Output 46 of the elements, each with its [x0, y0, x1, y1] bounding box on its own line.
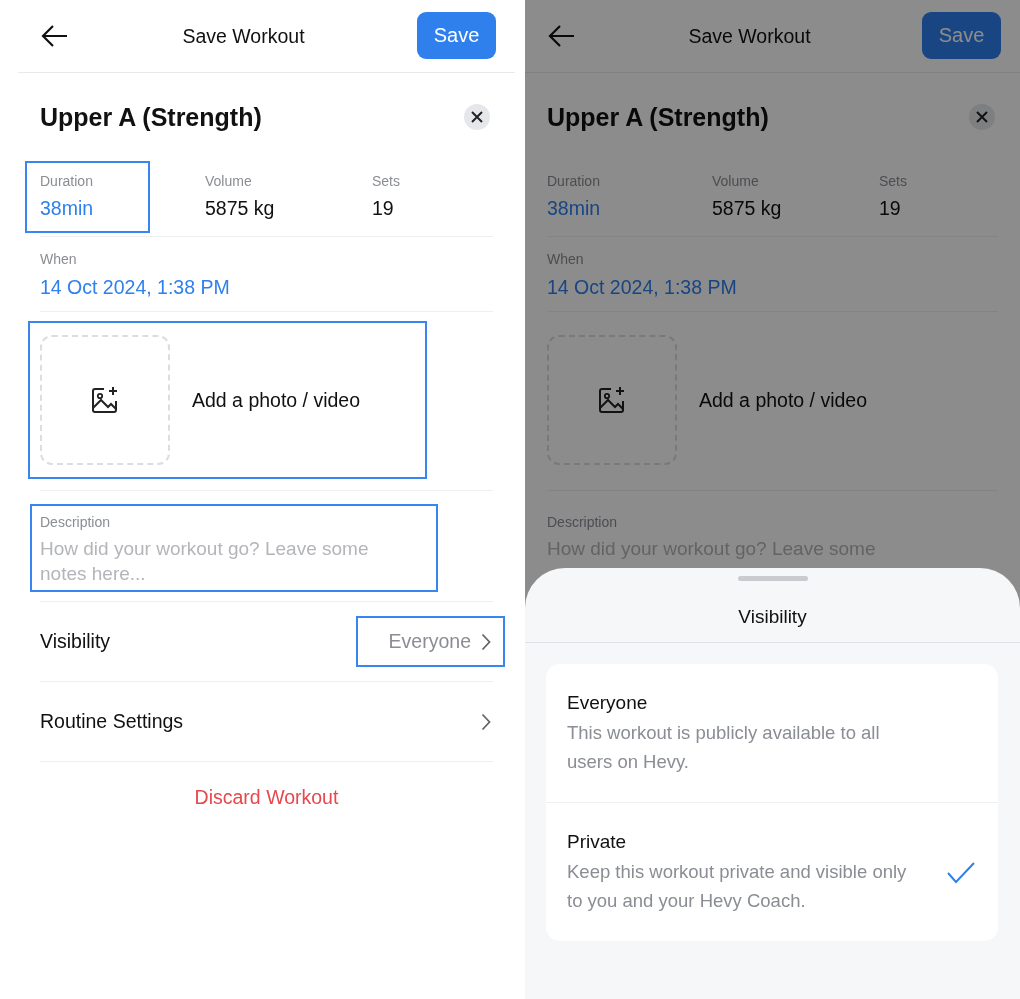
setting-value[interactable]: Everyone [388, 630, 471, 653]
discard-workout-button[interactable]: Discard Workout [194, 786, 339, 809]
setting-label[interactable]: Visibility [40, 630, 111, 653]
field-label: Description [40, 514, 112, 530]
screen-title: Save Workout [181, 24, 306, 48]
description-field[interactable]: How did your workout go? Leave some notes here... [40, 536, 412, 586]
stat-label: Volume [205, 173, 253, 189]
date-time-value[interactable]: 14 Oct 2024, 1:38 PM [40, 276, 493, 299]
stat-value[interactable]: 38min [547, 197, 655, 220]
stat-label: Sets [879, 173, 908, 189]
close-icon [471, 111, 483, 123]
stat-value[interactable]: 38min [40, 197, 148, 220]
add-image-icon [597, 385, 627, 415]
close-icon [976, 111, 988, 123]
add-media-label[interactable]: Add a photo / video [699, 388, 868, 412]
chevron-right-icon [481, 632, 491, 651]
workout-title[interactable]: Upper A (Strength) [547, 102, 769, 132]
screen-title: Save Workout [687, 24, 812, 48]
stat-value: 5875 kg [205, 197, 276, 220]
back-arrow-icon[interactable] [40, 24, 70, 48]
stat-label: Sets [372, 173, 401, 189]
add-media-label[interactable]: Add a photo / video [192, 388, 361, 412]
option-title[interactable]: Private [567, 831, 936, 853]
stat-label: Duration [40, 173, 94, 189]
stat-value: 19 [879, 197, 902, 220]
field-label: When [40, 251, 78, 267]
stat-label: Duration [547, 173, 601, 189]
sheet-title: Visibility [738, 606, 807, 629]
setting-label[interactable]: Routine Settings [40, 710, 184, 733]
stat-value: 5875 kg [712, 197, 783, 220]
option-description: This workout is publicly available to all users on Hevy. [567, 721, 881, 774]
add-image-icon [90, 385, 120, 415]
drag-handle[interactable] [737, 576, 808, 581]
workout-title[interactable]: Upper A (Strength) [40, 102, 262, 132]
back-arrow-icon[interactable] [547, 24, 577, 48]
option-description: Keep this workout private and visible only to you and your Hevy Coach. [567, 860, 908, 913]
clear-button[interactable] [464, 104, 490, 130]
option-title[interactable]: Everyone [567, 692, 936, 714]
field-label: Description [547, 514, 619, 530]
date-time-value[interactable]: 14 Oct 2024, 1:38 PM [547, 276, 998, 299]
field-label: When [547, 251, 585, 267]
save-button[interactable]: Save [417, 12, 496, 59]
chevron-right-icon [481, 712, 491, 731]
stat-value: 19 [372, 197, 395, 220]
stat-label: Volume [712, 173, 760, 189]
save-button[interactable]: Save [922, 12, 1001, 59]
